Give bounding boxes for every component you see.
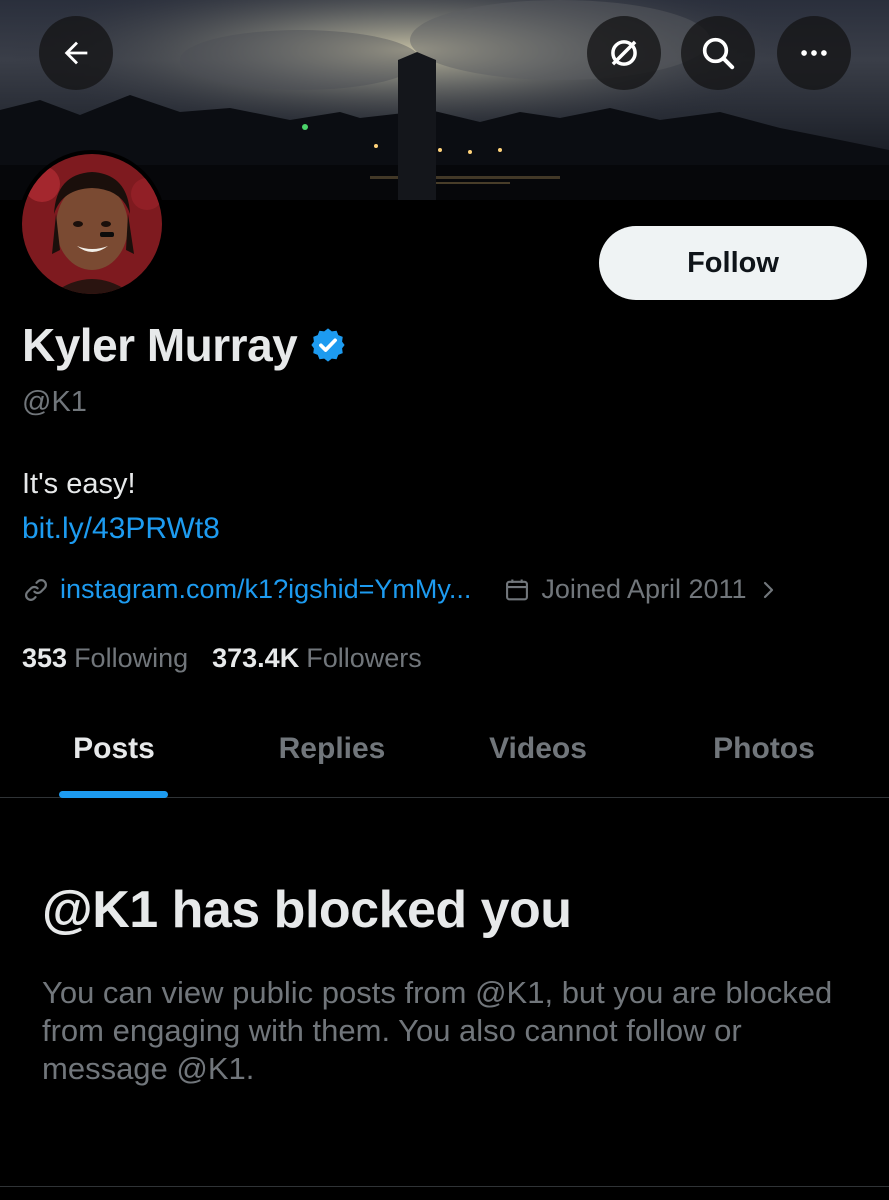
search-button[interactable] <box>681 16 755 90</box>
avatar[interactable] <box>18 150 166 298</box>
website-text: instagram.com/k1?igshid=YmMy... <box>60 574 472 604</box>
bio-link[interactable]: bit.ly/43PRWt8 <box>22 512 220 546</box>
following-count: 353 <box>22 643 68 673</box>
grok-icon <box>611 40 637 66</box>
more-button[interactable] <box>777 16 851 90</box>
followers-label: Followers <box>306 643 422 673</box>
display-name: Kyler Murray <box>22 319 298 371</box>
divider <box>0 1186 889 1187</box>
more-icon <box>801 50 827 56</box>
followers-count: 373.4K <box>212 643 300 673</box>
profile-meta: instagram.com/k1?igshid=YmMy... Joined A… <box>22 574 882 605</box>
name-row: Kyler Murray <box>22 318 347 372</box>
active-tab-indicator <box>59 791 168 798</box>
search-icon <box>702 37 735 70</box>
tab-posts[interactable]: Posts <box>24 700 204 798</box>
link-icon <box>25 578 47 601</box>
chevron-right-icon <box>763 581 773 598</box>
website-link[interactable]: instagram.com/k1?igshid=YmMy... <box>22 574 471 605</box>
back-arrow-icon <box>64 41 88 65</box>
handle: @K1 <box>22 386 87 418</box>
grok-button[interactable] <box>587 16 661 90</box>
bio-text: It's easy! <box>22 468 136 500</box>
blocked-message: You can view public posts from @K1, but … <box>42 975 833 1086</box>
verified-badge-icon[interactable] <box>309 326 347 364</box>
tab-videos[interactable]: Videos <box>448 700 628 798</box>
avatar-image <box>22 154 162 294</box>
following-label: Following <box>74 643 189 673</box>
tab-replies[interactable]: Replies <box>242 700 422 798</box>
blocked-title: @K1 has blocked you <box>42 881 572 939</box>
profile-tabs: Posts Replies Videos Photos <box>0 700 889 798</box>
back-button[interactable] <box>39 16 113 90</box>
follow-stats: 353 Following 373.4K Followers <box>22 643 446 674</box>
calendar-icon <box>506 579 529 600</box>
follow-button[interactable]: Follow <box>599 226 867 300</box>
joined-date[interactable]: Joined April 2011 <box>503 574 778 605</box>
joined-text: Joined April 2011 <box>541 574 747 604</box>
followers-stat[interactable]: 373.4K Followers <box>212 643 422 674</box>
tab-photos[interactable]: Photos <box>674 700 854 798</box>
following-stat[interactable]: 353 Following <box>22 643 188 674</box>
